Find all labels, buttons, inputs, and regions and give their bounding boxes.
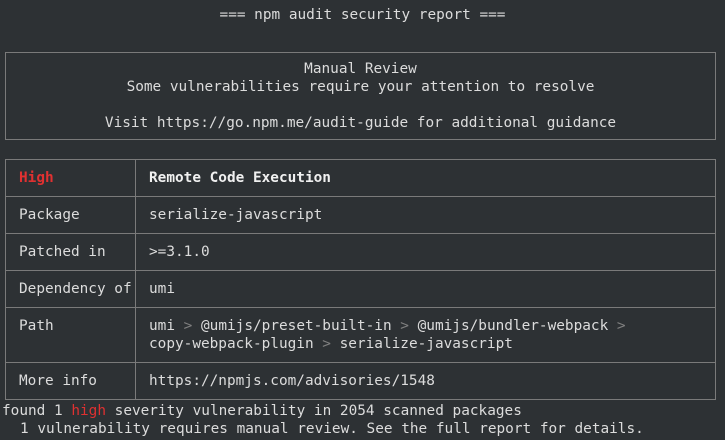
patched-version: >=3.1.0 <box>135 233 716 271</box>
path-separator: > <box>400 318 409 334</box>
dependency-path: umi > @umijs/preset-built-in > @umijs/bu… <box>135 307 716 363</box>
table-row: Package serialize-javascript <box>5 196 716 234</box>
more-info-link[interactable]: https://npmjs.com/advisories/1548 <box>135 362 716 400</box>
table-row: Patched in >=3.1.0 <box>5 233 716 271</box>
dependency-name: umi <box>135 270 716 308</box>
path-separator: > <box>183 318 193 334</box>
summary-suffix: severity vulnerability in 2054 scanned p… <box>114 403 522 419</box>
advisory-table: High Remote Code Execution Package seria… <box>5 159 716 400</box>
patched-label: Patched in <box>5 233 136 271</box>
path-segment: @umijs/bundler-webpack <box>417 318 609 334</box>
summary-line: found 1 high severity vulnerability in 2… <box>2 402 522 420</box>
path-separator: > <box>616 318 626 334</box>
path-segment: @umijs/preset-built-in <box>201 318 392 334</box>
manual-review-subtitle: Some vulnerabilities require your attent… <box>126 79 595 95</box>
manual-review-title: Manual Review <box>304 61 417 77</box>
more-info-label: More info <box>5 362 136 400</box>
table-row: High Remote Code Execution <box>5 159 716 197</box>
dependency-label: Dependency of <box>5 270 136 308</box>
package-name: serialize-javascript <box>135 196 716 234</box>
path-segment: serialize-javascript <box>339 336 513 352</box>
advisory-title: Remote Code Execution <box>135 159 716 197</box>
table-row: Dependency of umi <box>5 270 716 308</box>
package-label: Package <box>5 196 136 234</box>
path-label: Path <box>5 307 136 363</box>
path-segment: umi <box>149 318 175 334</box>
path-segment: copy-webpack-plugin <box>149 336 314 352</box>
table-row: Path umi > @umijs/preset-built-in > @umi… <box>5 307 716 363</box>
summary-prefix: found 1 <box>2 403 63 419</box>
path-separator: > <box>322 336 331 352</box>
summary-detail: 1 vulnerability requires manual review. … <box>20 421 644 437</box>
summary-severity: high <box>71 403 106 419</box>
table-row: More info https://npmjs.com/advisories/1… <box>5 362 716 400</box>
severity-label: High <box>5 159 136 197</box>
manual-review-box: Manual Review Some vulnerabilities requi… <box>5 52 716 140</box>
report-title: === npm audit security report === <box>219 7 506 23</box>
audit-guide-text: Visit https://go.npm.me/audit-guide for … <box>104 115 617 131</box>
